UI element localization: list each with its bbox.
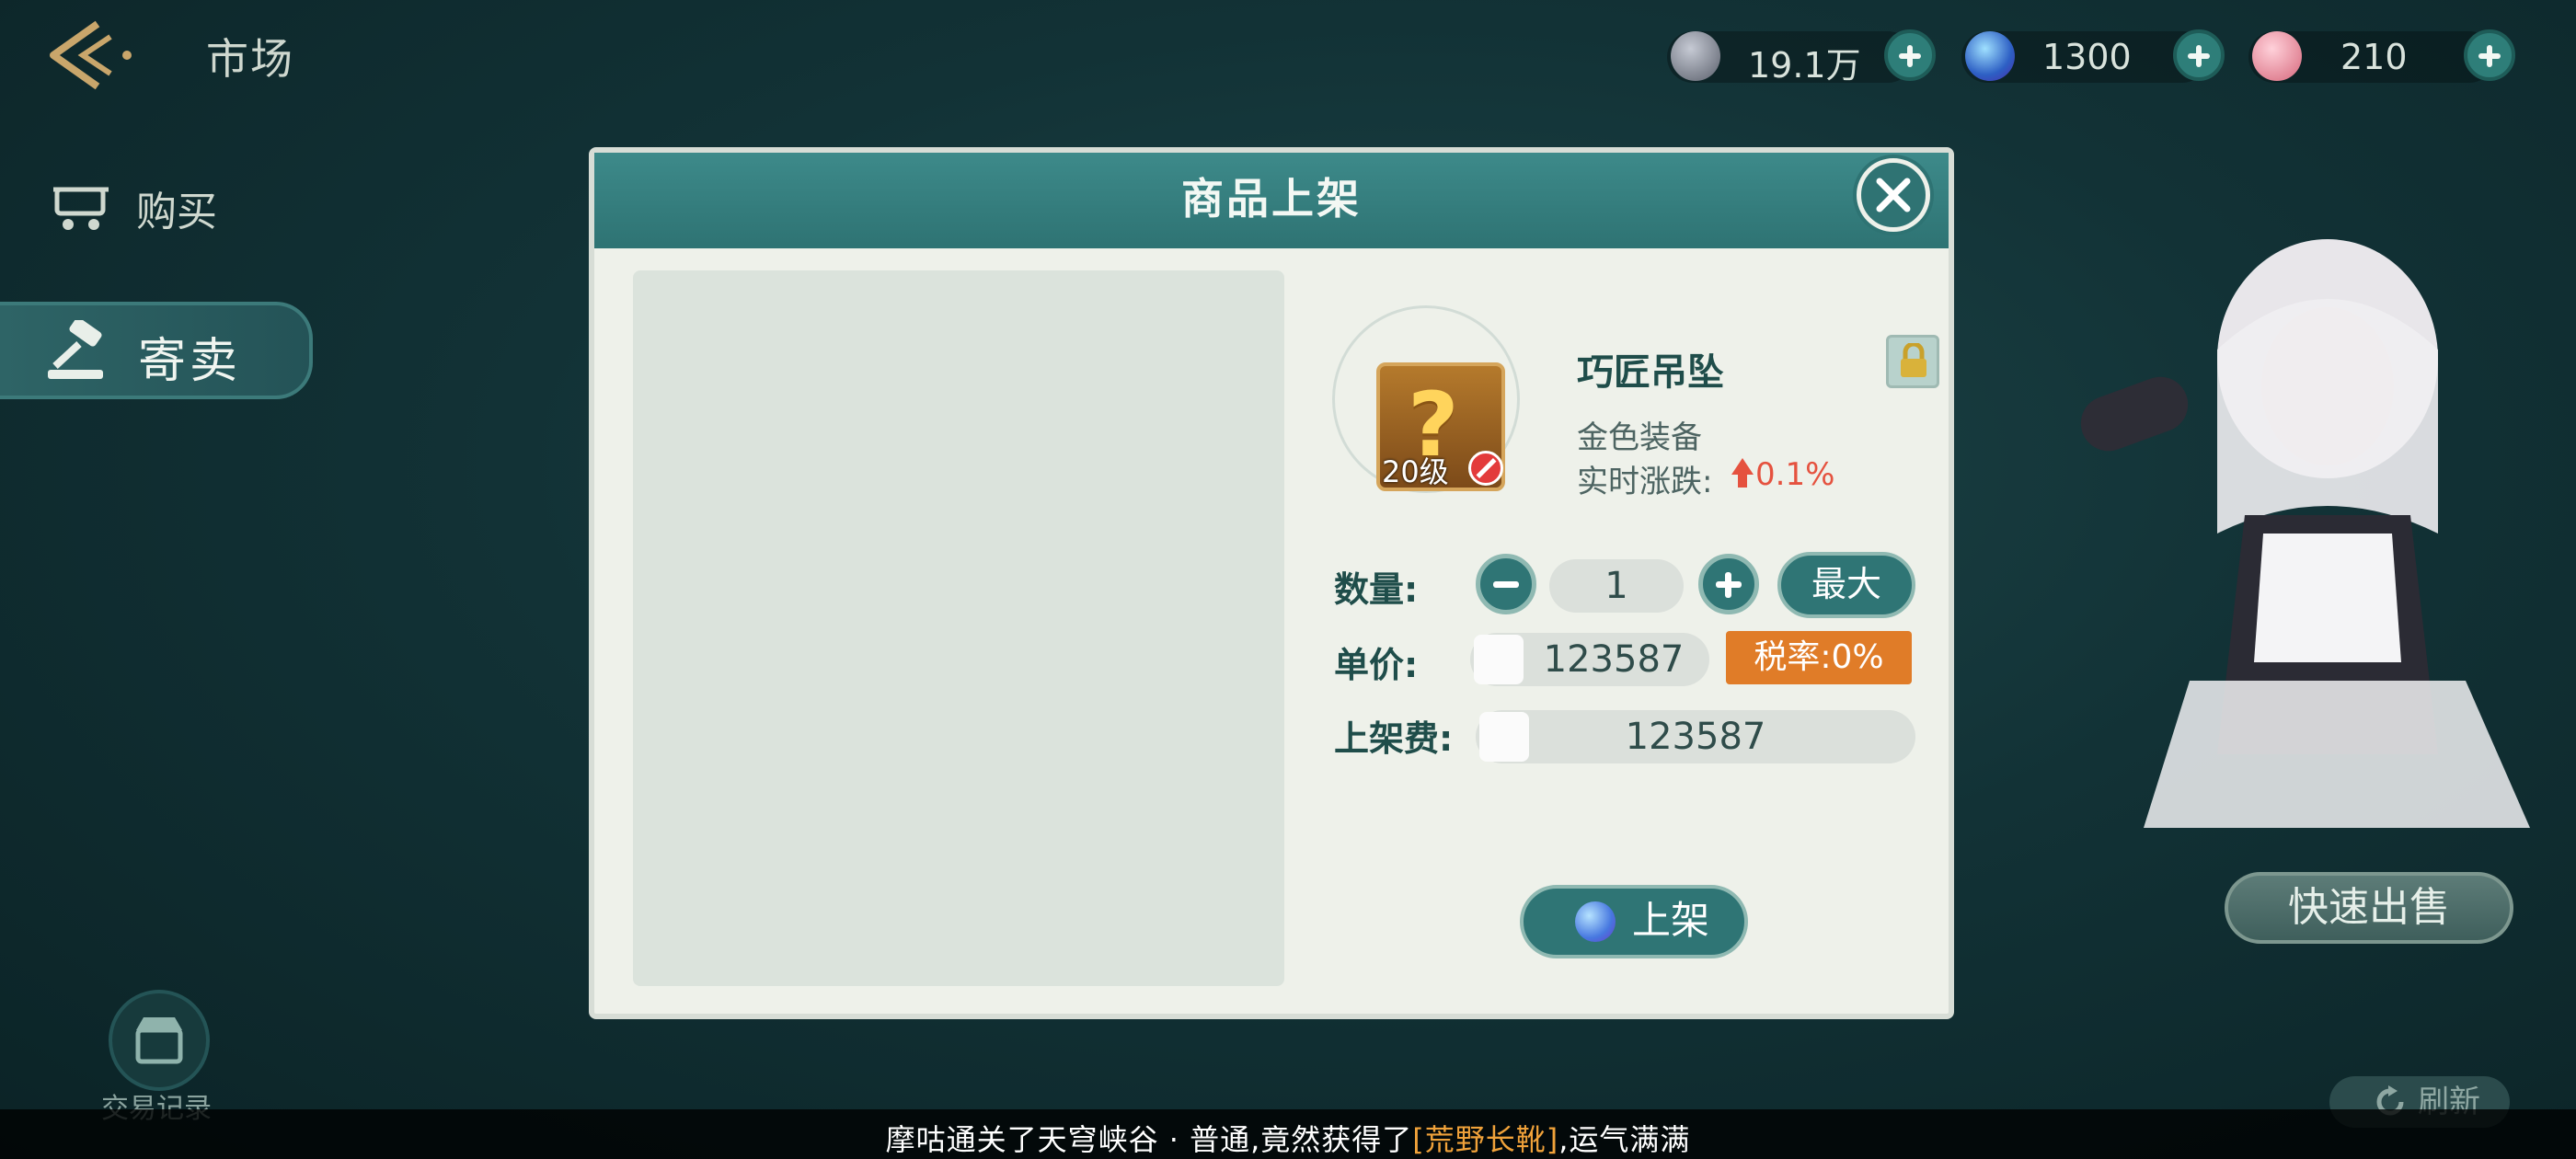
character-portrait: [2080, 239, 2530, 828]
add-crystal-button[interactable]: [2464, 29, 2515, 81]
currency-icon: [1479, 712, 1529, 762]
lock-button[interactable]: [1886, 335, 1939, 388]
dialog-title: 商品上架: [1181, 174, 1362, 224]
list-item-button[interactable]: 上架: [1520, 885, 1748, 958]
silver-coin-icon: [1671, 31, 1720, 81]
broadcast-bar: 摩咕通关了天穹峡谷 · 普通,竟然获得了[荒野长靴],运气满满: [0, 1109, 2576, 1159]
item-grade: 金色装备: [1577, 419, 1702, 456]
minus-icon: [1493, 581, 1519, 588]
cart-icon: [53, 187, 109, 230]
list-item-label: 上架: [1632, 898, 1710, 943]
sidebar-item-consign[interactable]: 寄卖: [0, 302, 313, 399]
max-button[interactable]: 最大: [1777, 552, 1915, 618]
listing-fee-field: 123587: [1476, 710, 1915, 763]
plus-icon-v: [1725, 572, 1731, 598]
back-arrow-icon: [50, 20, 132, 90]
unit-price-input[interactable]: 123587: [1470, 633, 1709, 686]
item-list-panel[interactable]: [633, 270, 1284, 986]
sidebar-item-label: 购买: [136, 189, 217, 235]
lock-icon: [1901, 343, 1926, 377]
currency-silver: 19.1万: [1667, 31, 1914, 86]
increase-button[interactable]: [1698, 554, 1759, 614]
up-arrow-stem: [1738, 473, 1747, 488]
add-gem-button[interactable]: [2173, 29, 2225, 81]
listing-fee-label: 上架费:: [1334, 718, 1454, 759]
pink-crystal-icon: [2252, 31, 2302, 81]
tax-rate-badge: 税率:0%: [1726, 631, 1912, 684]
close-button[interactable]: [1857, 158, 1930, 232]
sidebar-item-label: 寄卖: [138, 334, 242, 389]
unit-price-value: 123587: [1543, 638, 1685, 681]
close-icon: [1876, 178, 1911, 212]
item-level: 20级: [1382, 454, 1449, 489]
quick-sell-button[interactable]: 快速出售: [2225, 872, 2513, 944]
currency-crystal: 210: [2248, 31, 2495, 83]
currency-icon: [1474, 635, 1524, 684]
add-silver-button[interactable]: [1884, 29, 1936, 81]
forbidden-icon: [1468, 451, 1503, 486]
blue-gem-icon: [1575, 901, 1616, 942]
sidebar-item-buy[interactable]: 购买: [52, 173, 254, 237]
broadcast-text: 摩咕通关了天穹峡谷 · 普通,竟然获得了[荒野长靴],运气满满: [0, 1117, 2576, 1159]
trade-record-button[interactable]: [109, 990, 210, 1091]
item-name: 巧匠吊坠: [1577, 351, 1724, 394]
shop-icon: [135, 1017, 183, 1064]
listing-fee-value: 123587: [1625, 716, 1766, 758]
price-change-label: 实时涨跌:: [1577, 464, 1713, 500]
gavel-icon: [48, 320, 103, 379]
broadcast-suffix: ,运气满满: [1558, 1122, 1691, 1157]
quantity-label: 数量:: [1334, 569, 1419, 610]
quantity-input[interactable]: 1: [1549, 559, 1684, 613]
page-title: 市场: [206, 34, 294, 84]
blue-gem-icon: [1965, 31, 2015, 81]
listing-dialog: 商品上架 ? 20级 巧匠吊坠 金色装备 实时涨跌: 0.1% 数量: 1 最大…: [589, 147, 1954, 1019]
unit-price-label: 单价:: [1334, 645, 1419, 685]
back-button[interactable]: [46, 20, 138, 90]
decrease-button[interactable]: [1476, 554, 1536, 614]
price-change-value: 0.1%: [1755, 456, 1835, 493]
broadcast-prefix: 摩咕通关了天穹峡谷 · 普通,竟然获得了: [885, 1122, 1413, 1157]
broadcast-item: [荒野长靴]: [1412, 1122, 1559, 1157]
currency-gem: 1300: [1961, 31, 2208, 83]
